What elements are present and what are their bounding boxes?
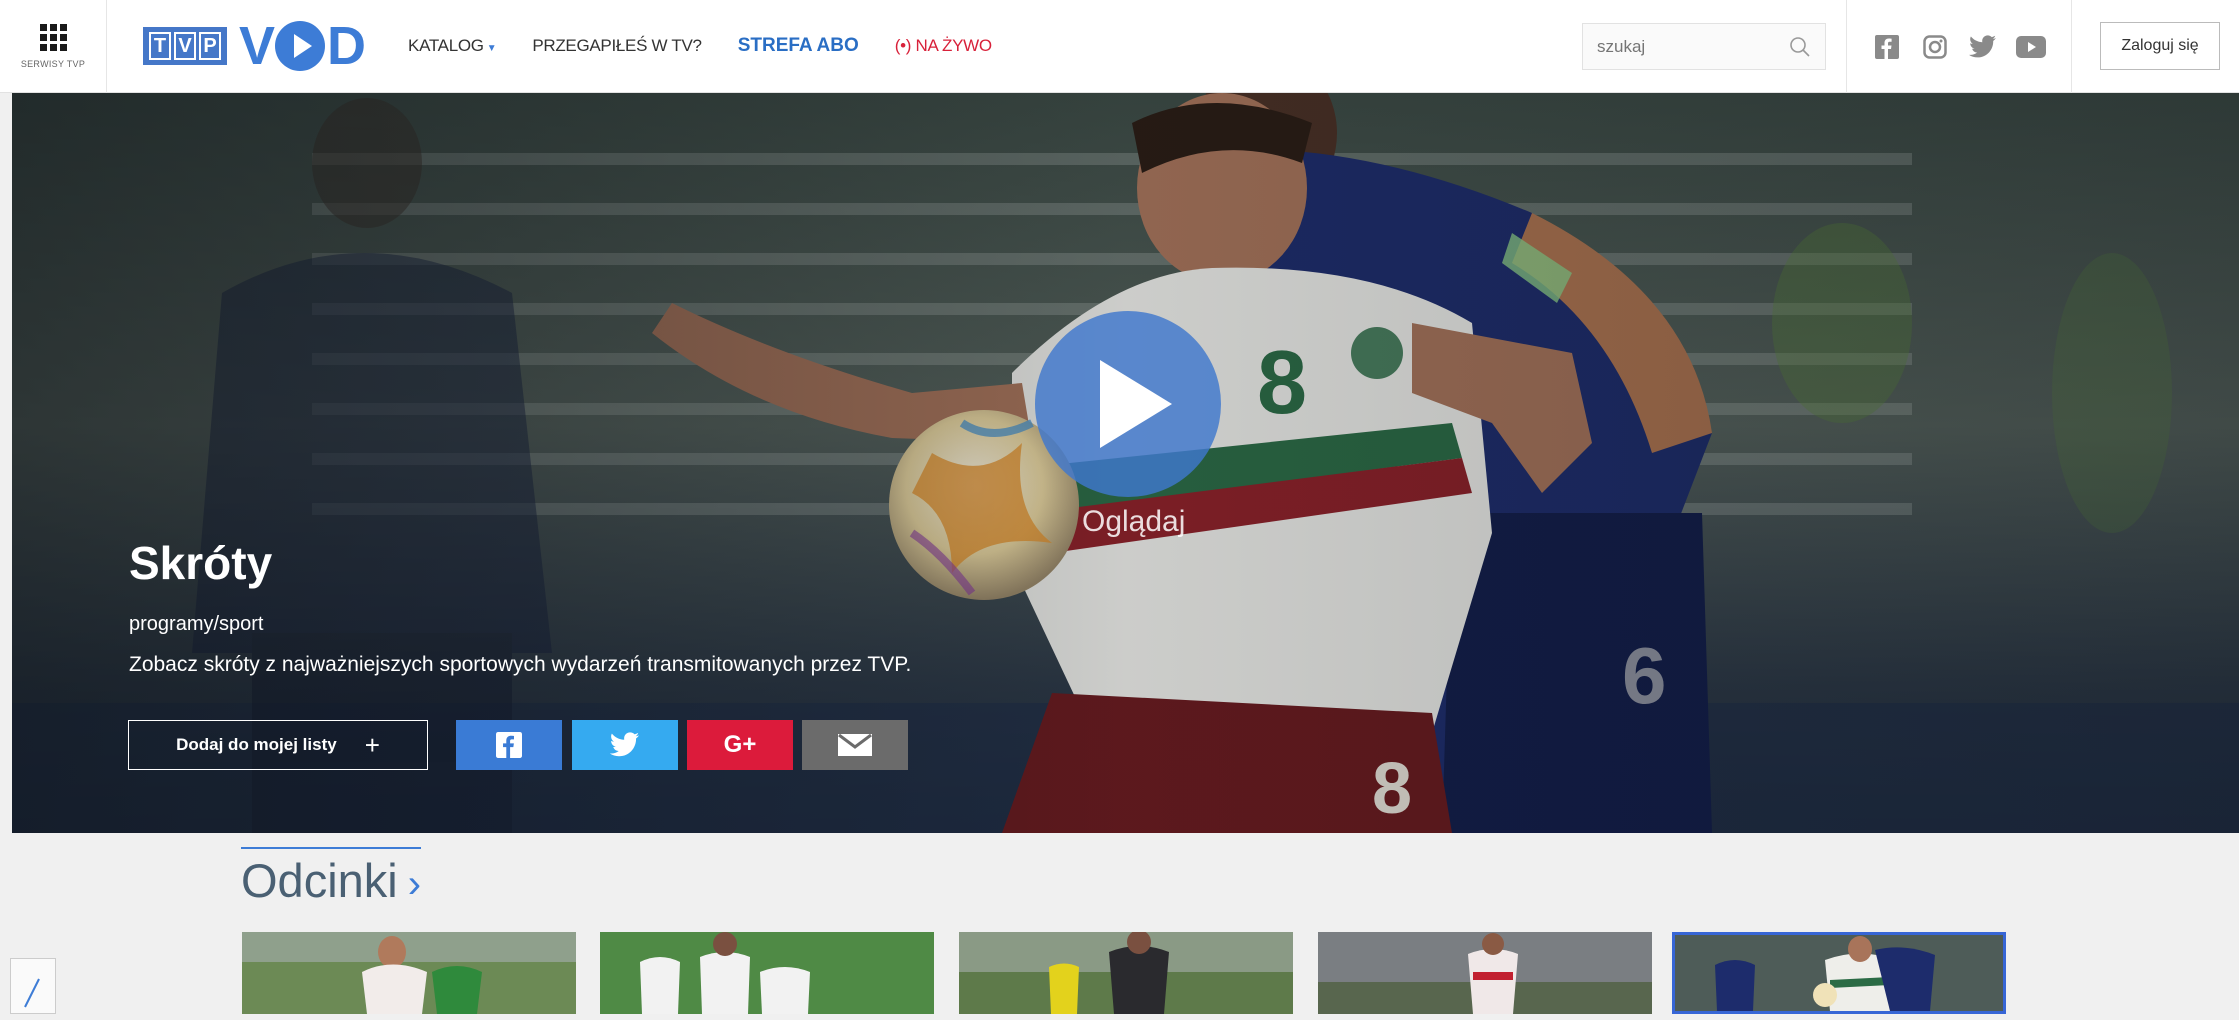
- play-label[interactable]: Oglądaj: [1082, 505, 1185, 539]
- nav-na-zywo-label: NA ŻYWO: [915, 36, 993, 55]
- add-to-list-label: Dodaj do mojej listy: [176, 735, 337, 754]
- tvp-vod-logo[interactable]: T V P V D: [143, 16, 366, 76]
- nav-katalog-label: KATALOG: [408, 36, 484, 55]
- share-facebook-button[interactable]: [456, 720, 562, 770]
- nav-przegapiles[interactable]: PRZEGAPIŁEŚ W TV?: [532, 36, 702, 56]
- hero-category: programy/sport: [129, 613, 264, 635]
- episode-thumbnail[interactable]: [959, 932, 1293, 1014]
- episode-thumbnail-image: [600, 932, 934, 1014]
- episode-thumbnail-image: [1675, 935, 2003, 1011]
- carousel-prev-button[interactable]: [10, 958, 56, 1014]
- tvp-letter-t: T: [149, 32, 171, 60]
- episode-thumbnail-image: [1318, 932, 1652, 1014]
- hero-title: Skróty: [129, 537, 273, 589]
- episodes-section: Odcinki ›: [0, 833, 2239, 1014]
- nav-na-zywo[interactable]: (•) NA ŻYWO: [895, 36, 992, 56]
- search-box: [1582, 23, 1826, 70]
- services-label: SERWISY TVP: [20, 58, 86, 69]
- episode-thumbnail-active[interactable]: [1672, 932, 2006, 1014]
- episode-thumbnail-image: [242, 932, 576, 1014]
- nav-katalog[interactable]: KATALOG ▼: [408, 36, 497, 56]
- tvp-letter-v: V: [174, 32, 196, 60]
- vod-wordmark: V D: [239, 16, 366, 76]
- social-links: [1846, 0, 2072, 93]
- live-signal-icon: (•): [894, 36, 912, 55]
- vod-letter-d: D: [327, 16, 366, 76]
- search-icon[interactable]: [1789, 36, 1811, 58]
- share-twitter-button[interactable]: [572, 720, 678, 770]
- hero-banner: 8 8 6 Oglądaj Skróty programy/sport Zoba…: [12, 93, 2239, 833]
- vod-play-icon: [275, 21, 326, 71]
- login-button[interactable]: Zaloguj się: [2100, 22, 2220, 70]
- plus-icon: +: [364, 729, 380, 760]
- twitter-icon: [609, 732, 640, 757]
- episode-thumbnail[interactable]: [242, 932, 576, 1014]
- add-to-list-button[interactable]: Dodaj do mojej listy +: [128, 720, 428, 770]
- play-icon: [1100, 360, 1172, 448]
- episode-thumbnail-image: [959, 932, 1293, 1014]
- episodes-title[interactable]: Odcinki ›: [241, 847, 422, 908]
- youtube-icon[interactable]: [2016, 32, 2046, 62]
- nav-strefa-abo[interactable]: STREFA ABO: [738, 35, 859, 57]
- apps-grid-icon: [39, 23, 67, 51]
- hero-description: Zobacz skróty z najważniejszych sportowy…: [129, 653, 912, 676]
- services-menu-button[interactable]: SERWISY TVP: [0, 0, 107, 93]
- episodes-title-label: Odcinki: [241, 854, 398, 907]
- chevron-right-icon: ›: [407, 862, 422, 906]
- tvp-logo-box: T V P: [143, 27, 227, 65]
- search-input[interactable]: [1597, 36, 1787, 57]
- share-email-button[interactable]: [802, 720, 908, 770]
- google-plus-icon: G+: [723, 731, 757, 758]
- share-google-plus-button[interactable]: G+: [687, 720, 793, 770]
- email-icon: [838, 733, 872, 756]
- twitter-icon[interactable]: [1968, 32, 1998, 62]
- episode-thumbnail[interactable]: [1318, 932, 1652, 1014]
- chevron-left-icon: [24, 978, 40, 1008]
- instagram-icon[interactable]: [1920, 32, 1950, 62]
- play-button[interactable]: [1035, 311, 1221, 497]
- episode-thumbnail[interactable]: [600, 932, 934, 1014]
- facebook-icon: [496, 732, 522, 758]
- tvp-letter-p: P: [199, 32, 221, 60]
- facebook-icon[interactable]: [1872, 32, 1902, 62]
- main-nav: KATALOG ▼ PRZEGAPIŁEŚ W TV? STREFA ABO (•…: [408, 35, 1028, 57]
- caret-down-icon: ▼: [486, 43, 497, 54]
- vod-letter-v: V: [239, 16, 275, 76]
